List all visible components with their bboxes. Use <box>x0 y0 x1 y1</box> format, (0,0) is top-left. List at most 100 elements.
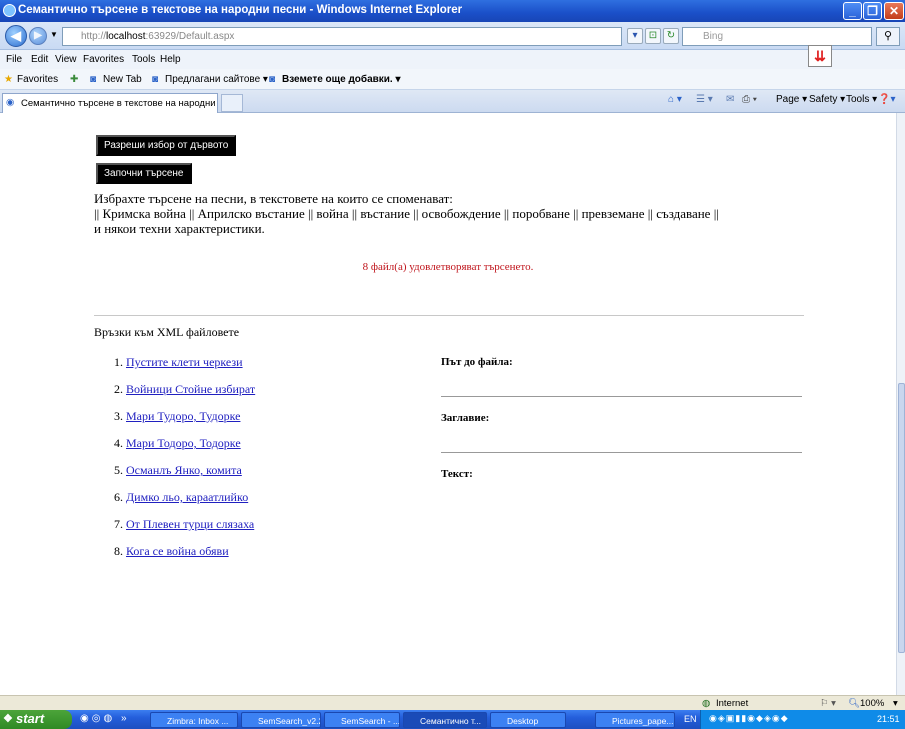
security-zone: Internet <box>716 698 749 709</box>
start-button[interactable]: ❖ start <box>0 710 72 729</box>
refresh-icon[interactable]: ↻ <box>663 28 679 44</box>
add-favorite-icon[interactable]: ✚ <box>70 74 78 85</box>
list-number: 5. <box>114 463 123 477</box>
xml-link[interactable]: От Плевен турци слязаха <box>126 517 254 531</box>
list-item: 6. Димко льо, караатлийко <box>114 490 248 505</box>
file-path-label: Път до файла: <box>441 356 513 368</box>
xml-link[interactable]: Мари Тодоро, Тодорке <box>126 436 241 450</box>
language-indicator[interactable]: EN <box>684 714 697 724</box>
fav-item-new-tab[interactable]: New Tab <box>103 74 142 85</box>
globe-icon: ◍ <box>702 698 711 709</box>
system-tray: EN ◉◈▣▮▮◉◆◈◉◆ 21:51 <box>684 710 905 729</box>
list-item: 7. От Плевен турци слязаха <box>114 517 254 532</box>
download-arrow-icon[interactable]: ⇊ <box>808 45 832 67</box>
clock: 21:51 <box>877 714 900 724</box>
menu-bar: File Edit View Favorites Tools Help <box>0 50 905 69</box>
tray-icons[interactable]: ◉◈▣▮▮◉◆◈◉◆ <box>709 713 789 724</box>
address-host: localhost <box>106 31 146 42</box>
fav-item-suggested-sites[interactable]: Предлагани сайтове ▾ <box>165 74 268 85</box>
list-item: 3. Мари Тудоро, Тудорке <box>114 409 240 424</box>
vertical-scrollbar[interactable] <box>896 113 905 695</box>
title-label: Заглавие: <box>441 412 490 424</box>
zoom-dropdown-icon[interactable]: ▾ <box>893 698 898 709</box>
address-toolbar: ◀ ▶ ▼ http://localhost:63929/Default.asp… <box>0 22 905 50</box>
list-item: 8. Кога се война обяви <box>114 544 229 559</box>
search-button[interactable]: ⚲ <box>876 27 900 46</box>
xml-link[interactable]: Мари Тудоро, Тудорке <box>126 409 240 423</box>
list-number: 7. <box>114 517 123 531</box>
help-icon[interactable]: ❓▾ <box>878 94 895 105</box>
zoom-icon: 🔍︎ <box>848 698 861 709</box>
xml-link[interactable]: Пустите клети черкези <box>126 355 243 369</box>
summary-line-3: и някои техни характеристики. <box>94 221 265 236</box>
window-title-bar: Семантично търсене в текстове на народни… <box>0 0 905 22</box>
safety-menu[interactable]: Safety ▾ <box>809 94 845 105</box>
quicklaunch-icons[interactable]: ◉◎◍ » <box>80 713 130 724</box>
taskbar-item-ie[interactable]: Семантично т... <box>403 712 487 728</box>
result-count: 8 файл(а) удовлетворяват търсенето. <box>362 261 534 273</box>
menu-edit[interactable]: Edit <box>31 54 48 65</box>
scrollbar-thumb[interactable] <box>898 383 905 653</box>
new-tab-button[interactable] <box>221 94 243 112</box>
start-search-button[interactable]: Започни търсене <box>96 163 192 184</box>
summary-line-1: Избрахте търсене на песни, в текстовете … <box>94 191 453 206</box>
taskbar: ❖ start ◉◎◍ » Zimbra: Inbox ... SemSearch… <box>0 710 905 729</box>
history-dropdown-icon[interactable]: ▼ <box>50 30 58 39</box>
minimize-button[interactable]: _ <box>843 2 862 20</box>
xml-link[interactable]: Кога се война обяви <box>126 544 229 558</box>
taskbar-item-semsearch-v22[interactable]: SemSearch_v2.2 <box>241 712 321 728</box>
suggested-sites-icon: ◙ <box>152 74 159 85</box>
tab-label: Семантично търсене в текстове на народни… <box>21 98 217 109</box>
window-title: Семантично търсене в текстове на народни… <box>18 4 463 16</box>
text-label: Текст: <box>441 468 473 480</box>
ie-logo-icon <box>3 4 16 17</box>
print-icon[interactable]: ⎙ ▾ <box>742 94 757 105</box>
address-prefix: http:// <box>81 31 107 42</box>
file-path-divider <box>441 396 802 397</box>
list-item: 1. Пустите клети черкези <box>114 355 243 370</box>
menu-tools[interactable]: Tools <box>132 54 155 65</box>
list-item: 2. Войници Стойне избират <box>114 382 255 397</box>
list-number: 1. <box>114 355 123 369</box>
list-item: 5. Османлъ Янко, комита <box>114 463 242 478</box>
taskbar-item-pictures[interactable]: Pictures_pape... <box>595 712 675 728</box>
newtab-page-icon: ◙ <box>90 74 97 85</box>
protected-mode-icon[interactable]: ⚐ ▾ <box>820 698 836 709</box>
menu-view[interactable]: View <box>55 54 77 65</box>
taskbar-item-zimbra[interactable]: Zimbra: Inbox ... <box>150 712 238 728</box>
enable-tree-selection-button[interactable]: Разреши избор от дървото <box>96 135 237 156</box>
title-divider <box>441 452 802 453</box>
home-icon[interactable]: ⌂ ▾ <box>668 94 682 105</box>
tab-row: ◉ Семантично търсене в текстове на народ… <box>0 90 905 113</box>
address-bar[interactable]: http://localhost:63929/Default.aspx <box>62 27 622 46</box>
close-window-button[interactable]: ✕ <box>884 2 904 20</box>
back-button[interactable]: ◀ <box>5 25 27 47</box>
favorites-button[interactable]: Favorites <box>17 74 58 85</box>
taskbar-item-desktop[interactable]: Desktop <box>490 712 566 728</box>
feeds-icon[interactable]: ☰ ▾ <box>696 94 713 105</box>
compatibility-icon[interactable]: ⊡ <box>645 28 661 44</box>
list-number: 8. <box>114 544 123 558</box>
search-input[interactable]: Bing <box>682 27 872 46</box>
zoom-level[interactable]: 100% <box>860 698 884 709</box>
tab-page-icon: ◉ <box>6 97 15 108</box>
list-number: 6. <box>114 490 123 504</box>
xml-link[interactable]: Димко льо, караатлийко <box>126 490 248 504</box>
menu-file[interactable]: File <box>6 54 22 65</box>
xml-link[interactable]: Войници Стойне избират <box>126 382 255 396</box>
menu-help[interactable]: Help <box>160 54 181 65</box>
page-content: Разреши избор от дървото Започни търсене… <box>0 113 896 695</box>
taskbar-item-semsearch[interactable]: SemSearch - ... <box>324 712 400 728</box>
list-number: 2. <box>114 382 123 396</box>
address-dropdown-icon[interactable]: ▾ <box>627 28 643 44</box>
menu-favorites[interactable]: Favorites <box>83 54 124 65</box>
restore-button[interactable]: ❐ <box>863 2 882 20</box>
tools-menu[interactable]: Tools ▾ <box>846 94 877 105</box>
list-number: 4. <box>114 436 123 450</box>
page-menu[interactable]: Page ▾ <box>776 94 807 105</box>
xml-link[interactable]: Османлъ Янко, комита <box>126 463 242 477</box>
tab-current[interactable]: ◉ Семантично търсене в текстове на народ… <box>2 93 218 113</box>
forward-button[interactable]: ▶ <box>29 27 47 45</box>
fav-item-get-addons[interactable]: Вземете още добавки. ▾ <box>282 74 401 85</box>
mail-icon[interactable]: ✉ <box>726 94 734 105</box>
